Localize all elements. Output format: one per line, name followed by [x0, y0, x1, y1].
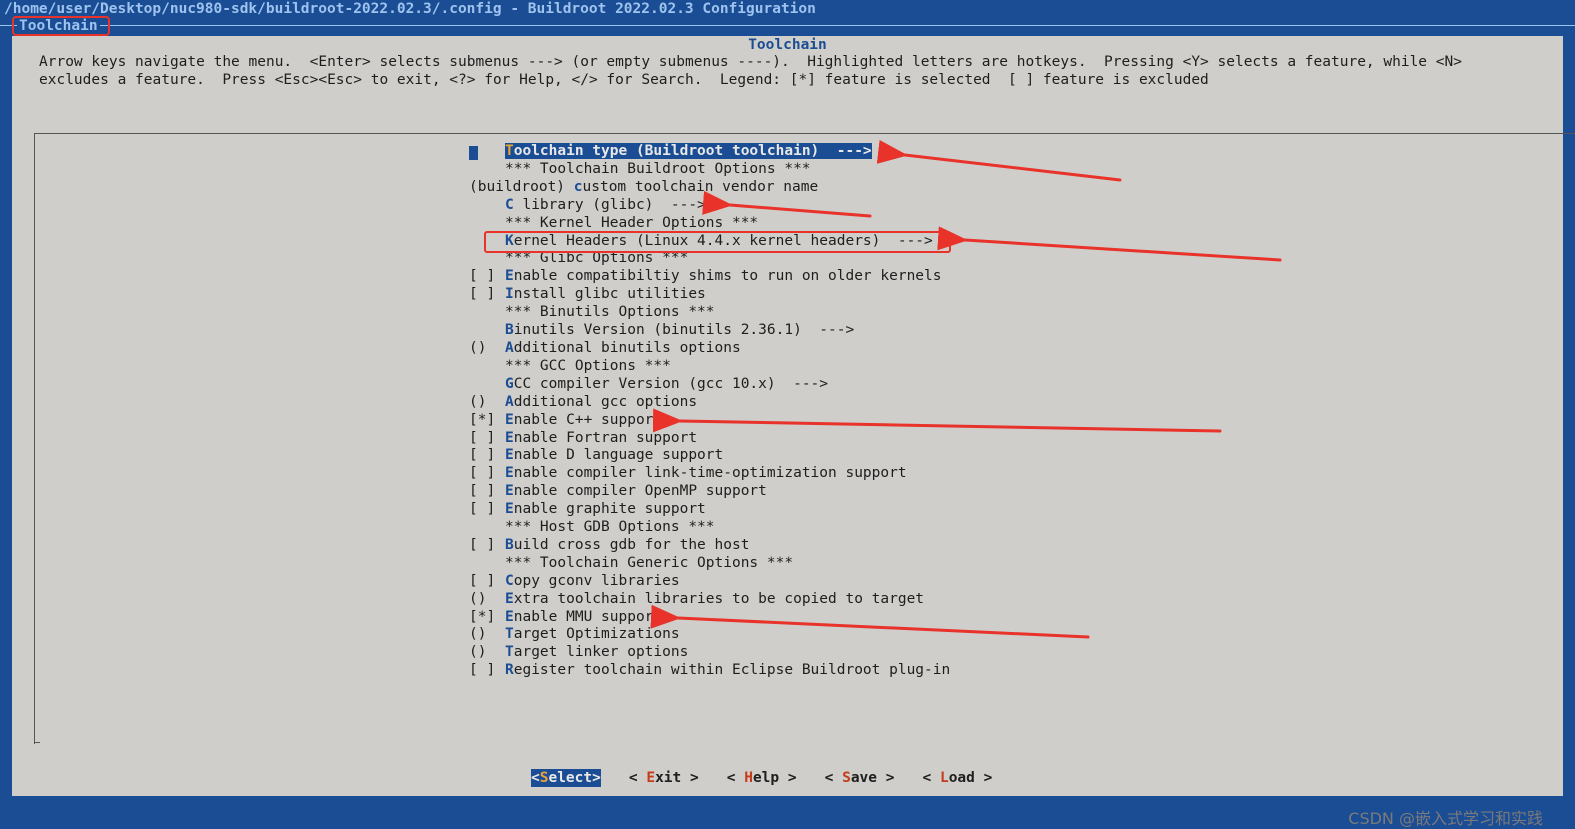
annotation-arrow-c-library [702, 190, 872, 218]
watermark: CSDN @嵌入式学习和实践 [1348, 809, 1543, 828]
annotation-arrows [650, 139, 1282, 639]
annotation-arrow-mmu [650, 604, 1090, 639]
annotation-arrow-kernel-headers [937, 226, 1282, 262]
annotation-arrow-toolchain-type [876, 139, 1122, 182]
annotation-arrow-cpp [652, 408, 1222, 433]
